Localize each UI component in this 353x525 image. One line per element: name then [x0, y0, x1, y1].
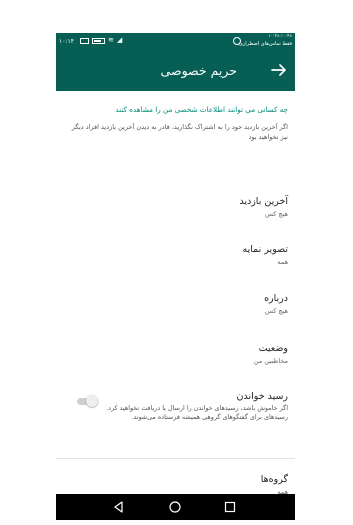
setting-description: اگر خاموش باشد، رسیدهای خواندن را ارسال …: [106, 404, 288, 421]
read-receipts-toggle[interactable]: [75, 395, 99, 407]
setting-value: مخاطبین من: [253, 357, 288, 365]
setting-about[interactable]: درباره هیچ کس: [56, 293, 295, 333]
nav-bar: [56, 494, 295, 520]
signal-icon: ◢: [116, 36, 123, 44]
setting-title: گروه‌ها: [260, 474, 288, 485]
toggle-thumb: [86, 395, 98, 407]
phone-screen: ۱۰:۱۴ ≋ ◢ ۱۰:۴۸.۱۰:۴۸ فقط تماس‌های اضطرا…: [56, 33, 295, 520]
setting-last-seen[interactable]: آخرین بازدید هیچ کس: [56, 196, 295, 236]
nav-back-icon[interactable]: [112, 500, 126, 514]
nav-home-icon[interactable]: [168, 500, 182, 514]
status-icons: ≋ ◢: [80, 37, 122, 44]
app-toolbar: حریم خصوصی: [56, 51, 295, 91]
setting-title: درباره: [264, 293, 288, 304]
divider: [56, 458, 295, 459]
setting-title: آخرین بازدید: [239, 196, 288, 207]
setting-read-receipts[interactable]: رسید خواندن اگر خاموش باشد، رسیدهای خوان…: [56, 391, 295, 443]
setting-value: همه: [277, 258, 288, 266]
page-title: حریم خصوصی: [160, 63, 237, 78]
arrow-back-icon[interactable]: [270, 61, 288, 79]
status-bar: ۱۰:۱۴ ≋ ◢ ۱۰:۴۸.۱۰:۴۸ فقط تماس‌های اضطرا…: [56, 33, 295, 51]
setting-value: هیچ کس: [264, 307, 288, 315]
wifi-icon: ≋: [108, 36, 114, 44]
setting-profile-photo[interactable]: تصویر نمایه همه: [56, 244, 295, 284]
nav-recents-icon[interactable]: [223, 500, 237, 514]
setting-value: هیچ کس: [264, 210, 288, 218]
status-time: ۱۰:۱۴: [59, 38, 74, 45]
status-carrier: ۱۰:۴۸.۱۰:۴۸ فقط تماس‌های اضطراری: [239, 34, 292, 47]
setting-status[interactable]: وضعیت مخاطبین من: [56, 343, 295, 383]
status-carrier-line1: ۱۰:۴۸.۱۰:۴۸: [268, 34, 292, 39]
section-header: چه کسانی می توانند اطلاعات شخصی من را مش…: [115, 105, 288, 114]
notification-icon: [80, 37, 89, 44]
section-description: اگر آخرین بازدید خود را به اشتراک نگذاری…: [71, 123, 288, 141]
status-carrier-line2: فقط تماس‌های اضطراری: [238, 40, 292, 47]
battery-icon: [92, 37, 105, 44]
setting-title: رسید خواندن: [236, 391, 288, 402]
setting-title: تصویر نمایه: [242, 244, 288, 255]
setting-title: وضعیت: [258, 343, 288, 354]
